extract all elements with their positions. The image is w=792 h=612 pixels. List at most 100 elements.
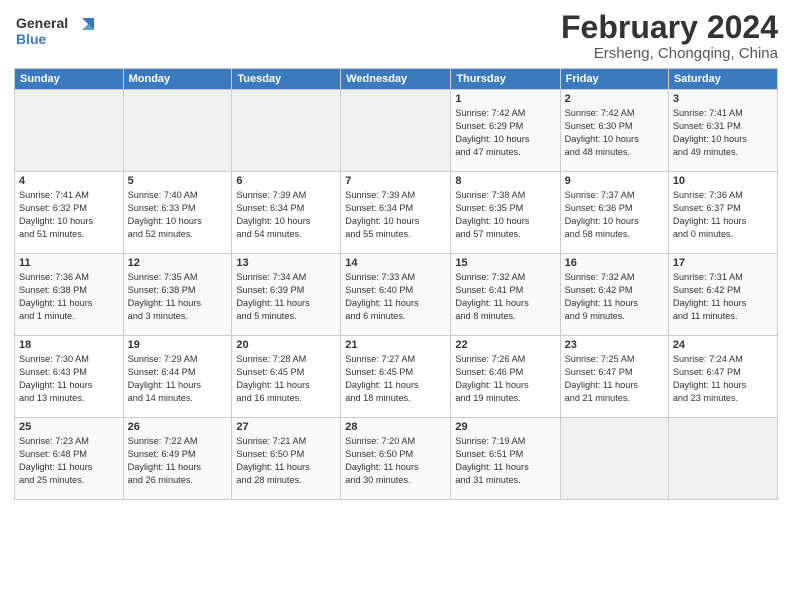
calendar-week-0: 1 Sunrise: 7:42 AM Sunset: 6:29 PM Daylig… <box>15 90 778 172</box>
day-info: Sunrise: 7:24 AM Sunset: 6:47 PM Dayligh… <box>673 353 773 405</box>
calendar-cell: 21 Sunrise: 7:27 AM Sunset: 6:45 PM Dayli… <box>341 336 451 418</box>
page: General Blue February 2024 Ersheng, Chon… <box>0 0 792 612</box>
day-number: 25 <box>19 421 119 433</box>
day-number: 8 <box>455 175 555 187</box>
day-number: 13 <box>236 257 336 269</box>
day-info: Sunrise: 7:37 AM Sunset: 6:36 PM Dayligh… <box>565 189 664 241</box>
day-number: 7 <box>345 175 446 187</box>
calendar-cell: 24 Sunrise: 7:24 AM Sunset: 6:47 PM Dayli… <box>668 336 777 418</box>
header: General Blue February 2024 Ersheng, Chon… <box>14 10 778 62</box>
day-info: Sunrise: 7:23 AM Sunset: 6:48 PM Dayligh… <box>19 435 119 487</box>
day-number: 20 <box>236 339 336 351</box>
day-info: Sunrise: 7:42 AM Sunset: 6:29 PM Dayligh… <box>455 107 555 159</box>
calendar-cell: 5 Sunrise: 7:40 AM Sunset: 6:33 PM Daylig… <box>123 172 232 254</box>
day-number: 9 <box>565 175 664 187</box>
day-number: 5 <box>128 175 228 187</box>
day-number: 18 <box>19 339 119 351</box>
header-tuesday: Tuesday <box>232 69 341 90</box>
calendar-cell <box>668 418 777 500</box>
calendar-cell: 1 Sunrise: 7:42 AM Sunset: 6:29 PM Daylig… <box>451 90 560 172</box>
calendar-cell: 27 Sunrise: 7:21 AM Sunset: 6:50 PM Dayli… <box>232 418 341 500</box>
calendar-cell: 6 Sunrise: 7:39 AM Sunset: 6:34 PM Daylig… <box>232 172 341 254</box>
location: Ersheng, Chongqing, China <box>561 45 778 62</box>
day-number: 2 <box>565 93 664 105</box>
day-info: Sunrise: 7:27 AM Sunset: 6:45 PM Dayligh… <box>345 353 446 405</box>
day-number: 14 <box>345 257 446 269</box>
day-number: 1 <box>455 93 555 105</box>
day-info: Sunrise: 7:21 AM Sunset: 6:50 PM Dayligh… <box>236 435 336 487</box>
calendar-cell: 12 Sunrise: 7:35 AM Sunset: 6:38 PM Dayli… <box>123 254 232 336</box>
calendar-week-4: 25 Sunrise: 7:23 AM Sunset: 6:48 PM Dayli… <box>15 418 778 500</box>
header-wednesday: Wednesday <box>341 69 451 90</box>
day-number: 28 <box>345 421 446 433</box>
calendar-cell: 15 Sunrise: 7:32 AM Sunset: 6:41 PM Dayli… <box>451 254 560 336</box>
calendar-cell: 25 Sunrise: 7:23 AM Sunset: 6:48 PM Dayli… <box>15 418 124 500</box>
day-number: 29 <box>455 421 555 433</box>
calendar-cell: 16 Sunrise: 7:32 AM Sunset: 6:42 PM Dayli… <box>560 254 668 336</box>
day-info: Sunrise: 7:20 AM Sunset: 6:50 PM Dayligh… <box>345 435 446 487</box>
calendar-cell: 28 Sunrise: 7:20 AM Sunset: 6:50 PM Dayli… <box>341 418 451 500</box>
calendar-cell: 19 Sunrise: 7:29 AM Sunset: 6:44 PM Dayli… <box>123 336 232 418</box>
calendar-week-3: 18 Sunrise: 7:30 AM Sunset: 6:43 PM Dayli… <box>15 336 778 418</box>
day-info: Sunrise: 7:35 AM Sunset: 6:38 PM Dayligh… <box>128 271 228 323</box>
calendar-week-2: 11Sunrise: 7:36 AM Sunset: 6:38 PM Dayli… <box>15 254 778 336</box>
day-number: 26 <box>128 421 228 433</box>
day-number: 16 <box>565 257 664 269</box>
calendar-table: Sunday Monday Tuesday Wednesday Thursday… <box>14 68 778 500</box>
day-info: Sunrise: 7:32 AM Sunset: 6:41 PM Dayligh… <box>455 271 555 323</box>
day-info: Sunrise: 7:42 AM Sunset: 6:30 PM Dayligh… <box>565 107 664 159</box>
day-info: Sunrise: 7:32 AM Sunset: 6:42 PM Dayligh… <box>565 271 664 323</box>
day-number: 12 <box>128 257 228 269</box>
day-number: 3 <box>673 93 773 105</box>
day-info: Sunrise: 7:39 AM Sunset: 6:34 PM Dayligh… <box>345 189 446 241</box>
header-friday: Friday <box>560 69 668 90</box>
calendar-header-row: Sunday Monday Tuesday Wednesday Thursday… <box>15 69 778 90</box>
day-number: 11 <box>19 257 119 269</box>
svg-text:General: General <box>16 15 68 31</box>
day-number: 23 <box>565 339 664 351</box>
day-info: Sunrise: 7:40 AM Sunset: 6:33 PM Dayligh… <box>128 189 228 241</box>
title-area: February 2024 Ersheng, Chongqing, China <box>561 10 778 62</box>
calendar-cell <box>123 90 232 172</box>
calendar-cell: 26 Sunrise: 7:22 AM Sunset: 6:49 PM Dayli… <box>123 418 232 500</box>
day-number: 19 <box>128 339 228 351</box>
day-info: Sunrise: 7:41 AM Sunset: 6:32 PM Dayligh… <box>19 189 119 241</box>
day-info: Sunrise: 7:29 AM Sunset: 6:44 PM Dayligh… <box>128 353 228 405</box>
calendar-cell: 29 Sunrise: 7:19 AM Sunset: 6:51 PM Dayli… <box>451 418 560 500</box>
calendar-cell: 14Sunrise: 7:33 AM Sunset: 6:40 PM Dayli… <box>341 254 451 336</box>
day-info: Sunrise: 7:39 AM Sunset: 6:34 PM Dayligh… <box>236 189 336 241</box>
day-info: Sunrise: 7:26 AM Sunset: 6:46 PM Dayligh… <box>455 353 555 405</box>
header-sunday: Sunday <box>15 69 124 90</box>
day-number: 10 <box>673 175 773 187</box>
day-info: Sunrise: 7:31 AM Sunset: 6:42 PM Dayligh… <box>673 271 773 323</box>
month-title: February 2024 <box>561 10 778 45</box>
day-number: 21 <box>345 339 446 351</box>
header-monday: Monday <box>123 69 232 90</box>
calendar-cell: 20 Sunrise: 7:28 AM Sunset: 6:45 PM Dayli… <box>232 336 341 418</box>
calendar-cell: 23 Sunrise: 7:25 AM Sunset: 6:47 PM Dayli… <box>560 336 668 418</box>
day-number: 27 <box>236 421 336 433</box>
calendar-cell <box>15 90 124 172</box>
calendar-week-1: 4Sunrise: 7:41 AM Sunset: 6:32 PM Daylig… <box>15 172 778 254</box>
calendar-cell <box>560 418 668 500</box>
day-number: 24 <box>673 339 773 351</box>
calendar-cell: 11Sunrise: 7:36 AM Sunset: 6:38 PM Dayli… <box>15 254 124 336</box>
calendar-cell: 4Sunrise: 7:41 AM Sunset: 6:32 PM Daylig… <box>15 172 124 254</box>
calendar-cell: 8 Sunrise: 7:38 AM Sunset: 6:35 PM Daylig… <box>451 172 560 254</box>
calendar-cell: 13 Sunrise: 7:34 AM Sunset: 6:39 PM Dayli… <box>232 254 341 336</box>
calendar-cell: 10 Sunrise: 7:36 AM Sunset: 6:37 PM Dayli… <box>668 172 777 254</box>
day-info: Sunrise: 7:25 AM Sunset: 6:47 PM Dayligh… <box>565 353 664 405</box>
calendar-cell: 9 Sunrise: 7:37 AM Sunset: 6:36 PM Daylig… <box>560 172 668 254</box>
day-info: Sunrise: 7:22 AM Sunset: 6:49 PM Dayligh… <box>128 435 228 487</box>
day-info: Sunrise: 7:38 AM Sunset: 6:35 PM Dayligh… <box>455 189 555 241</box>
day-info: Sunrise: 7:19 AM Sunset: 6:51 PM Dayligh… <box>455 435 555 487</box>
svg-text:Blue: Blue <box>16 31 47 47</box>
day-info: Sunrise: 7:28 AM Sunset: 6:45 PM Dayligh… <box>236 353 336 405</box>
day-number: 15 <box>455 257 555 269</box>
calendar-cell: 22Sunrise: 7:26 AM Sunset: 6:46 PM Dayli… <box>451 336 560 418</box>
day-info: Sunrise: 7:36 AM Sunset: 6:37 PM Dayligh… <box>673 189 773 241</box>
calendar-cell: 3Sunrise: 7:41 AM Sunset: 6:31 PM Daylig… <box>668 90 777 172</box>
day-info: Sunrise: 7:30 AM Sunset: 6:43 PM Dayligh… <box>19 353 119 405</box>
day-number: 6 <box>236 175 336 187</box>
day-info: Sunrise: 7:34 AM Sunset: 6:39 PM Dayligh… <box>236 271 336 323</box>
